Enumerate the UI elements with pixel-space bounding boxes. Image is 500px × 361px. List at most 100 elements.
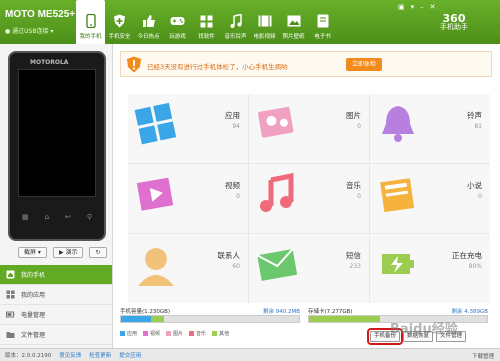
tab-hot-today[interactable]: 今日热点	[134, 0, 163, 44]
pictures-tile-icon	[257, 106, 294, 138]
tile-label: 小说	[467, 181, 482, 190]
tile-label: 音乐	[346, 181, 361, 190]
shield-plus-icon	[112, 14, 128, 28]
main-panel: 已经3天没有进行过手机体检了，小心手机生病哟 立即体检 应用 94 图片 0 铃…	[114, 44, 500, 348]
refresh-icon: ↻	[95, 249, 101, 256]
left-panel: MOTOROLA ▦ ⌂ ↩ ⚲ 截屏 ▾ ▶ 演示 ↻ 我的手机 我的应用 电…	[0, 44, 113, 348]
minimize-icon[interactable]: –	[420, 3, 424, 11]
legend-label: 图片	[173, 331, 184, 337]
tile-count: 81	[474, 123, 482, 130]
tab-label: 音乐铃声	[224, 34, 247, 40]
checkup-now-button[interactable]: 立即体检	[346, 58, 382, 71]
tile-apps[interactable]: 应用 94	[128, 94, 248, 163]
tile-count: 0	[236, 193, 240, 200]
checkup-alert: 已经3天没有进行过手机体检了，小心手机生病哟 立即体检	[120, 51, 492, 77]
tab-label: 手机安全	[108, 34, 131, 40]
tab-label: 今日热点	[137, 34, 160, 40]
tile-music[interactable]: 音乐 0	[249, 164, 369, 233]
tab-ebooks[interactable]: 电子书	[308, 0, 337, 44]
home-icon	[6, 270, 15, 279]
home-key-icon[interactable]: ⌂	[45, 213, 49, 221]
close-icon[interactable]: ✕	[430, 3, 436, 11]
legend-videos: 视频	[143, 330, 160, 337]
book-tile-icon	[380, 178, 415, 213]
tab-music-ringtones[interactable]: 音乐铃声	[221, 0, 250, 44]
nav-label: 我的手机	[21, 272, 46, 279]
check-update-link[interactable]: 检查更新	[89, 351, 111, 359]
storage-legend: 应用 视频 图片 音乐 其他	[120, 330, 229, 337]
device-name: MOTO ME525+	[5, 9, 76, 20]
tab-games[interactable]: 玩游戏	[163, 0, 192, 44]
menu-key-icon[interactable]: ▦	[22, 213, 29, 221]
tile-sms[interactable]: 短信 233	[249, 234, 369, 303]
phone-screen[interactable]	[18, 69, 96, 197]
tile-label: 视频	[225, 181, 240, 190]
tile-label: 联系人	[217, 251, 241, 260]
legend-other: 其他	[212, 330, 229, 337]
bell-tile-icon	[382, 106, 414, 142]
menu-icon[interactable]: ▾	[411, 3, 415, 11]
tile-videos[interactable]: 视频 0	[128, 164, 248, 233]
tile-label: 铃声	[467, 111, 482, 120]
tile-count: 80%	[468, 263, 482, 270]
legend-label: 视频	[150, 331, 161, 337]
music-note-icon	[228, 14, 244, 28]
tile-label: 图片	[346, 111, 361, 120]
legend-music: 音乐	[189, 330, 206, 337]
tab-label: 照片壁纸	[282, 34, 305, 40]
search-key-icon[interactable]: ⚲	[87, 213, 92, 221]
tile-pictures[interactable]: 图片 0	[249, 94, 369, 163]
download-manager-link[interactable]: 下载管理	[472, 352, 494, 360]
apps-icon	[6, 290, 15, 299]
phone-controls: 截屏 ▾ ▶ 演示 ↻	[18, 247, 107, 258]
screenshot-button[interactable]: 截屏 ▾	[18, 247, 47, 258]
submit-app-link[interactable]: 提交应用	[119, 351, 141, 359]
skin-icon[interactable]: ▣	[398, 3, 405, 11]
back-key-icon[interactable]: ↩	[65, 213, 71, 221]
tile-contacts[interactable]: 联系人 60	[128, 234, 248, 303]
tab-phone-security[interactable]: 手机安全	[105, 0, 134, 44]
tile-count: 0	[478, 193, 482, 200]
nav-my-phone[interactable]: 我的手机	[0, 265, 112, 285]
legend-label: 应用	[127, 331, 138, 337]
tile-label: 应用	[225, 111, 240, 120]
logo-number: 360	[442, 12, 466, 25]
tab-movies-video[interactable]: 电影视频	[250, 0, 279, 44]
tile-charging[interactable]: 正在充电 80%	[370, 234, 490, 303]
legend-swatch	[212, 331, 218, 336]
feedback-link[interactable]: 意见反馈	[59, 351, 81, 359]
film-icon	[257, 14, 273, 28]
tile-novels[interactable]: 小说 0	[370, 164, 490, 233]
tile-count: 94	[232, 123, 240, 130]
sd-storage-fill	[309, 316, 381, 322]
tile-count: 233	[349, 263, 361, 270]
nav-my-apps[interactable]: 我的应用	[0, 285, 112, 305]
logo-text: 手机助手	[440, 23, 468, 31]
top-bar: MOTO ME525+ ● 通过USB连接 ▾ 我的手机 手机安全 今日热点 玩…	[0, 0, 500, 44]
tab-software[interactable]: 找软件	[192, 0, 221, 44]
legend-apps: 应用	[120, 330, 137, 337]
phone-preview: MOTOROLA ▦ ⌂ ↩ ⚲	[8, 51, 106, 241]
tab-my-phone[interactable]: 我的手机	[76, 0, 105, 44]
thumbs-up-icon	[141, 14, 157, 28]
refresh-button[interactable]: ↻	[89, 247, 107, 258]
app-logo: 360 手机助手	[440, 12, 468, 32]
connection-status[interactable]: ● 通过USB连接 ▾	[5, 26, 53, 35]
sd-storage-label: 存储卡(7.277GB)	[308, 309, 353, 315]
gamepad-icon	[170, 14, 186, 28]
nav-label: 文件管理	[21, 332, 46, 339]
folder-icon	[6, 330, 15, 339]
contacts-tile-icon	[138, 248, 174, 286]
tab-label: 我的手机	[79, 34, 102, 40]
charging-tile-icon	[382, 254, 414, 274]
demo-button[interactable]: ▶ 演示	[52, 247, 84, 258]
video-tile-icon	[136, 177, 174, 211]
picture-icon	[286, 14, 302, 28]
nav-file-manager[interactable]: 文件管理	[0, 325, 112, 345]
tile-label: 短信	[346, 251, 361, 260]
nav-battery[interactable]: 电量管理	[0, 305, 112, 325]
tab-label: 找软件	[198, 34, 215, 40]
tile-ringtones[interactable]: 铃声 81	[370, 94, 490, 163]
nav-label: 电量管理	[21, 312, 46, 319]
tab-photos-wallpaper[interactable]: 照片壁纸	[279, 0, 308, 44]
